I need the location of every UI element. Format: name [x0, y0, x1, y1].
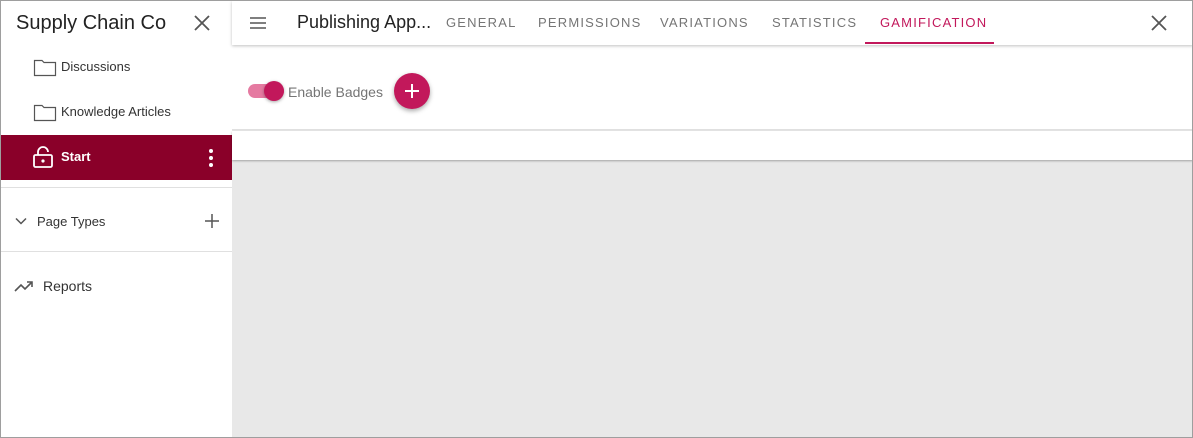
sidebar-item-label: Knowledge Articles	[61, 104, 171, 119]
tab-general[interactable]: General	[446, 1, 517, 45]
page-types-label: Page Types	[37, 214, 106, 229]
plus-icon	[405, 84, 419, 98]
gamification-panel: Enable Badges	[232, 45, 1192, 130]
sidebar-item-label: Discussions	[61, 59, 131, 74]
lock-icon	[31, 145, 55, 169]
sidebar-item-discussions[interactable]: Discussions	[1, 45, 232, 90]
add-badge-button[interactable]	[394, 73, 430, 109]
content-strip	[232, 131, 1192, 160]
chevron-down-icon	[13, 213, 29, 229]
app-window: Supply Chain Co Discussions Knowledge Ar…	[0, 0, 1193, 438]
main-area: Publishing App... General Permissions Va…	[232, 1, 1192, 437]
trending-up-icon	[13, 278, 35, 294]
close-sidebar-icon[interactable]	[191, 12, 213, 34]
toggle-knob	[264, 81, 284, 101]
page-types-section[interactable]: Page Types	[1, 201, 232, 241]
tab-variations[interactable]: Variations	[660, 1, 749, 45]
divider	[1, 251, 232, 252]
page-title: Publishing App...	[297, 12, 432, 32]
reports-label: Reports	[43, 278, 93, 294]
folder-icon	[33, 57, 57, 77]
enable-badges-toggle[interactable]	[248, 81, 284, 101]
top-bar: Publishing App... General Permissions Va…	[232, 1, 1192, 45]
active-tab-indicator	[865, 42, 994, 44]
more-options-icon[interactable]	[203, 147, 219, 169]
sidebar-item-knowledge-articles[interactable]: Knowledge Articles	[1, 90, 232, 135]
sidebar-item-reports[interactable]: Reports	[1, 271, 232, 303]
sidebar-header: Supply Chain Co	[1, 1, 232, 45]
close-icon[interactable]	[1148, 12, 1170, 34]
divider	[1, 187, 232, 188]
sidebar-item-label: Start	[61, 149, 91, 164]
tab-statistics[interactable]: Statistics	[772, 1, 857, 45]
tab-gamification[interactable]: Gamification	[880, 1, 987, 45]
menu-icon[interactable]	[248, 14, 268, 32]
site-title: Supply Chain Co	[16, 12, 167, 34]
folder-icon	[33, 102, 57, 122]
add-page-type-icon[interactable]	[203, 212, 221, 230]
enable-badges-label: Enable Badges	[288, 84, 383, 100]
sidebar-item-start[interactable]: Start	[1, 135, 232, 180]
tab-permissions[interactable]: Permissions	[538, 1, 642, 45]
sidebar: Supply Chain Co Discussions Knowledge Ar…	[1, 1, 232, 437]
